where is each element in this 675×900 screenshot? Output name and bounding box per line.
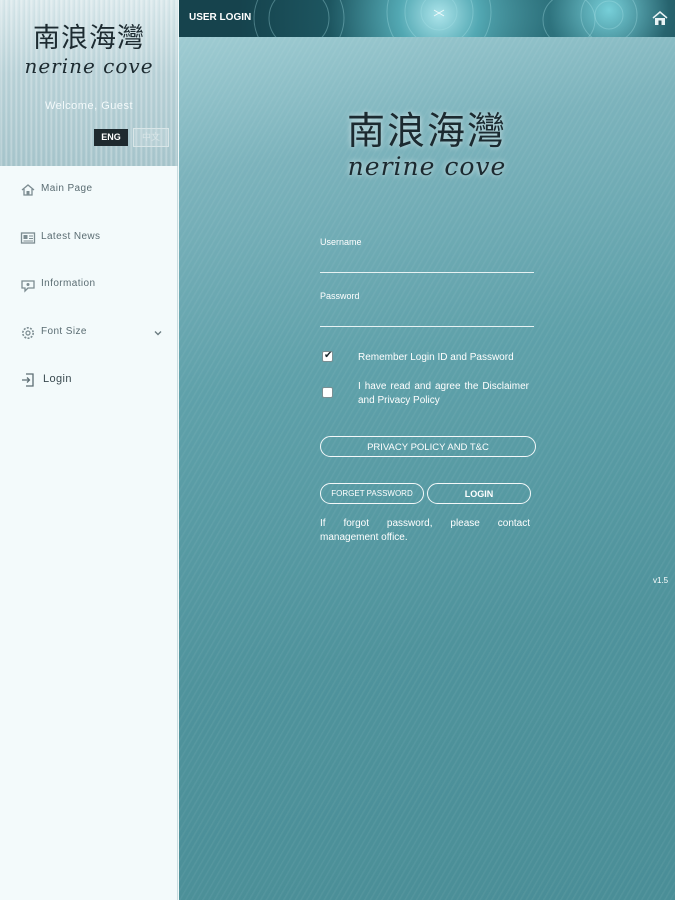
username-input[interactable] <box>320 254 534 273</box>
top-bar-decoration <box>253 0 638 37</box>
sidebar-item-label: Latest News <box>41 231 101 242</box>
privacy-policy-button[interactable]: PRIVACY POLICY AND T&C <box>320 436 536 457</box>
main-content: USER LOGIN 南浪海灣 nerine cove Username Pas… <box>179 0 675 900</box>
home-icon <box>20 182 36 198</box>
info-icon <box>20 277 36 293</box>
sidebar-item-login[interactable]: Login <box>0 365 178 395</box>
top-bar: USER LOGIN <box>179 0 675 37</box>
language-english-button[interactable]: ENG <box>94 129 128 146</box>
remember-checkbox[interactable]: ✔ <box>322 350 333 362</box>
checkmark-icon: ✔ <box>324 350 333 361</box>
logo-english: nerine cove <box>347 152 507 181</box>
agree-label: I have read and agree the Disclaimer and… <box>358 381 529 406</box>
password-input[interactable] <box>320 308 534 327</box>
page-title: USER LOGIN <box>189 12 252 23</box>
language-chinese-button[interactable]: 中文 <box>133 128 169 147</box>
sidebar-logo-chinese: 南浪海灣 <box>33 23 145 54</box>
sidebar-item-font-size[interactable]: Font Size <box>0 318 178 348</box>
chevron-down-icon[interactable] <box>152 326 164 338</box>
sidebar-item-latest-news[interactable]: Latest News <box>0 223 178 253</box>
forget-password-button[interactable]: FORGET PASSWORD <box>320 483 424 504</box>
sidebar-item-label: Font Size <box>41 326 87 337</box>
agree-checkbox[interactable] <box>322 387 333 398</box>
welcome-text: Welcome, Guest <box>44 100 134 112</box>
sidebar-item-information[interactable]: Information <box>0 270 178 300</box>
logo-chinese: 南浪海灣 <box>346 109 507 153</box>
sidebar-item-label: Login <box>43 373 72 385</box>
sidebar-item-label: Main Page <box>41 183 93 194</box>
remember-label: Remember Login ID and Password <box>358 352 514 363</box>
username-label: Username <box>320 237 362 247</box>
home-icon[interactable] <box>652 11 668 26</box>
password-label: Password <box>320 291 360 301</box>
version-label: v1.5 <box>653 576 669 585</box>
login-icon <box>20 372 36 388</box>
gear-icon <box>20 325 36 341</box>
news-icon <box>20 230 36 246</box>
login-button[interactable]: LOGIN <box>427 483 531 504</box>
sidebar-header: 南浪海灣 nerine cove Welcome, Guest ENG 中文 <box>0 0 178 166</box>
forgot-password-note: If forgot password, please contact manag… <box>320 518 530 543</box>
sidebar-item-main-page[interactable]: Main Page <box>0 175 178 205</box>
sidebar-logo-english: nerine cove <box>24 54 154 78</box>
sidebar: 南浪海灣 nerine cove Welcome, Guest ENG 中文 M… <box>0 0 178 900</box>
sidebar-item-label: Information <box>41 278 96 289</box>
